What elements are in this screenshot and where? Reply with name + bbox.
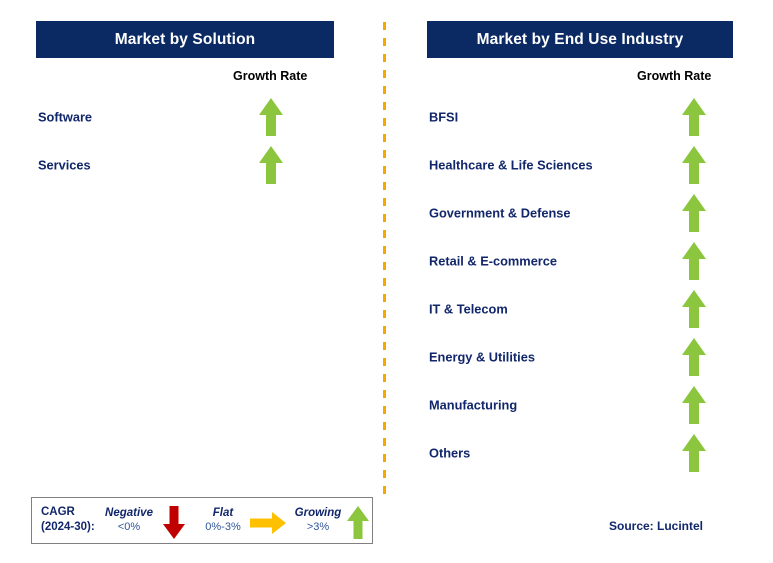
row-label: Government & Defense [429, 205, 571, 221]
arrow-up-icon [681, 242, 707, 280]
source-label: Source: Lucintel [609, 519, 704, 533]
left-panel-title: Market by Solution [36, 21, 334, 58]
table-row: Others [400, 433, 773, 473]
legend-negative-title: Negative [105, 507, 153, 519]
legend-entry-flat: Flat 0%-3% [193, 506, 253, 534]
arrow-up-icon [681, 434, 707, 472]
table-row: Retail & E-commerce [400, 241, 773, 281]
cagr-legend-box: CAGR (2024-30): Negative <0% Flat 0%-3% [31, 497, 373, 544]
arrow-up-icon [681, 194, 707, 232]
arrow-up-icon [346, 506, 370, 539]
arrow-right-icon [250, 512, 286, 534]
right-panel-title: Market by End Use Industry [427, 21, 733, 58]
row-label: Retail & E-commerce [429, 253, 558, 269]
table-row: Healthcare & Life Sciences [400, 145, 773, 185]
market-by-end-use-industry-panel: Market by End Use Industry Growth Rate B… [400, 0, 773, 563]
table-row: Services [0, 145, 372, 185]
legend-growing-value: >3% [306, 521, 330, 533]
row-label: Energy & Utilities [429, 349, 535, 365]
table-row: Manufacturing [400, 385, 773, 425]
row-label: Others [429, 445, 471, 461]
market-by-solution-panel: Market by Solution Growth Rate Software S… [0, 0, 372, 563]
arrow-up-icon [681, 98, 707, 136]
legend-cagr-label: CAGR (2024-30): [41, 505, 95, 535]
table-row: BFSI [400, 97, 773, 137]
legend-flat-title: Flat [212, 507, 234, 519]
arrow-up-icon [681, 386, 707, 424]
arrow-up-icon [681, 146, 707, 184]
arrow-down-icon [162, 506, 186, 539]
legend-entry-negative: Negative <0% [98, 506, 160, 534]
arrow-up-icon [681, 338, 707, 376]
row-label: Manufacturing [429, 397, 518, 413]
infographic-page: Market by Solution Growth Rate Software S… [0, 0, 773, 563]
table-row: IT & Telecom [400, 289, 773, 329]
right-growth-rate-header: Growth Rate [637, 69, 712, 83]
row-label: Software [38, 109, 93, 125]
legend-entry-growing: Growing >3% [285, 506, 351, 534]
table-row: Software [0, 97, 372, 137]
legend-flat-value: 0%-3% [205, 521, 241, 533]
row-label: Healthcare & Life Sciences [429, 157, 593, 173]
table-row: Government & Defense [400, 193, 773, 233]
vertical-dashed-divider [383, 22, 386, 495]
legend-cagr-line2: (2024-30): [41, 521, 95, 533]
legend-growing-title: Growing [294, 507, 342, 519]
left-growth-rate-header: Growth Rate [233, 69, 308, 83]
arrow-up-icon [258, 98, 284, 136]
legend-cagr-line1: CAGR [41, 506, 75, 518]
arrow-up-icon [258, 146, 284, 184]
table-row: Energy & Utilities [400, 337, 773, 377]
row-label: BFSI [429, 109, 459, 125]
row-label: Services [38, 157, 91, 173]
row-label: IT & Telecom [429, 301, 508, 317]
legend-negative-value: <0% [117, 521, 141, 533]
arrow-up-icon [681, 290, 707, 328]
